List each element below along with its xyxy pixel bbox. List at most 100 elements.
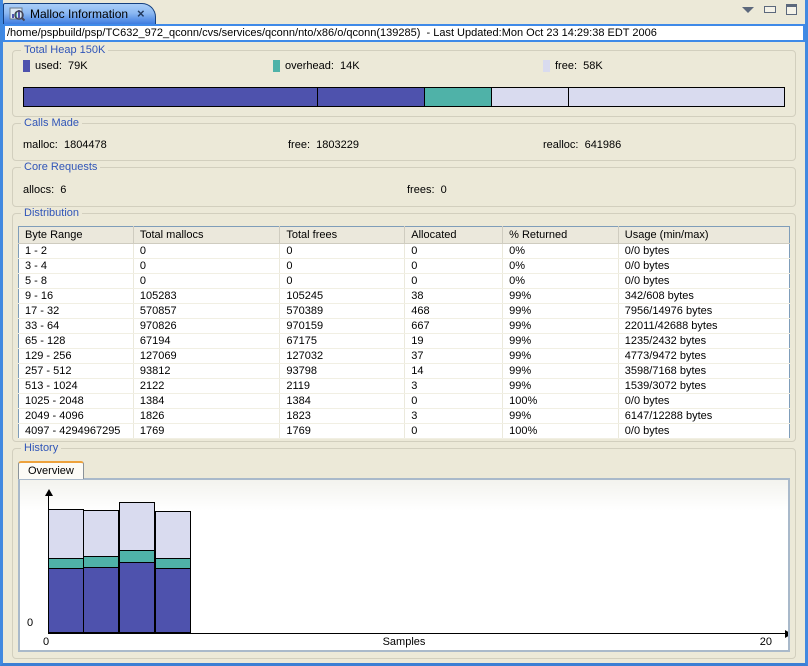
legend-overhead-label: overhead: 14K (285, 60, 360, 72)
column-header-byte-range[interactable]: Byte Range (19, 227, 134, 244)
table-row[interactable]: 513 - 102421222119399%1539/3072 bytes (19, 379, 790, 394)
table-row[interactable]: 17 - 3257085757038946899%7956/14976 byte… (19, 304, 790, 319)
table-cell: 2119 (280, 379, 405, 394)
target-path-bar: /home/pspbuild/psp/TC632_972_qconn/cvs/s… (3, 24, 805, 42)
view-tab-bar: Malloc Information × (3, 0, 805, 24)
table-cell: 127069 (133, 349, 279, 364)
column-header-usage-min-max-[interactable]: Usage (min/max) (618, 227, 789, 244)
history-label: History (21, 442, 61, 455)
y-axis-origin-label: 0 (27, 617, 33, 629)
table-cell: 0% (503, 244, 619, 259)
history-bar-4-used (155, 568, 191, 633)
table-cell: 0 (280, 259, 405, 274)
table-cell: 1384 (133, 394, 279, 409)
table-row[interactable]: 1 - 20000%0/0 bytes (19, 244, 790, 259)
table-cell: 0/0 bytes (618, 274, 789, 289)
table-cell: 1 - 2 (19, 244, 134, 259)
core-requests-group: Core Requests allocs: 6 frees: 0 (12, 167, 796, 207)
history-bar-1-used (48, 568, 84, 633)
history-bar-1-overhead (48, 558, 84, 569)
table-row[interactable]: 2049 - 409618261823399%6147/12288 bytes (19, 409, 790, 424)
minimize-icon[interactable] (764, 6, 776, 13)
malloc-information-icon (9, 6, 25, 22)
history-bar-4-free (155, 511, 191, 559)
history-bar-2-free (83, 510, 119, 557)
table-cell: 5 - 8 (19, 274, 134, 289)
table-cell: 99% (503, 334, 619, 349)
column-header-total-frees[interactable]: Total frees (280, 227, 405, 244)
table-row[interactable]: 129 - 2561270691270323799%4773/9472 byte… (19, 349, 790, 364)
column-header-total-mallocs[interactable]: Total mallocs (133, 227, 279, 244)
table-cell: 2049 - 4096 (19, 409, 134, 424)
table-row[interactable]: 65 - 12867194671751999%1235/2432 bytes (19, 334, 790, 349)
table-cell: 3598/7168 bytes (618, 364, 789, 379)
table-cell: 99% (503, 349, 619, 364)
table-cell: 970826 (133, 319, 279, 334)
free-swatch (543, 60, 550, 72)
table-cell: 99% (503, 409, 619, 424)
table-row[interactable]: 1025 - 2048138413840100%0/0 bytes (19, 394, 790, 409)
table-cell: 6147/12288 bytes (618, 409, 789, 424)
table-cell: 3 - 4 (19, 259, 134, 274)
heap-bar-segment-used (24, 88, 318, 106)
history-bar-2-used (83, 567, 119, 633)
table-cell: 0/0 bytes (618, 394, 789, 409)
table-cell: 0% (503, 259, 619, 274)
distribution-table: Byte RangeTotal mallocsTotal freesAlloca… (18, 226, 790, 439)
table-cell: 7956/14976 bytes (618, 304, 789, 319)
table-cell: 100% (503, 394, 619, 409)
heap-legend: used: 79K overhead: 14K free: 58K (13, 51, 795, 77)
heap-bar-segment-used (318, 88, 424, 106)
table-cell: 1025 - 2048 (19, 394, 134, 409)
tab-overview[interactable]: Overview (18, 461, 84, 479)
view-toolbar (742, 4, 797, 15)
legend-used: used: 79K (23, 60, 88, 72)
close-icon[interactable]: × (137, 9, 145, 19)
table-cell: 67175 (280, 334, 405, 349)
table-cell: 667 (405, 319, 503, 334)
y-axis-arrow-icon (45, 489, 53, 496)
x-axis-title: Samples (20, 636, 788, 648)
table-cell: 38 (405, 289, 503, 304)
table-cell: 3 (405, 409, 503, 424)
history-bar-2-overhead (83, 556, 119, 568)
column-header-allocated[interactable]: Allocated (405, 227, 503, 244)
tab-malloc-information[interactable]: Malloc Information × (3, 3, 156, 24)
table-cell: 0/0 bytes (618, 259, 789, 274)
table-cell: 1235/2432 bytes (618, 334, 789, 349)
table-cell: 0 (133, 244, 279, 259)
table-cell: 970159 (280, 319, 405, 334)
table-cell: 0/0 bytes (618, 424, 789, 439)
table-cell: 0 (405, 259, 503, 274)
history-bar-1-free (48, 509, 84, 559)
maximize-icon[interactable] (786, 4, 797, 15)
table-cell: 100% (503, 424, 619, 439)
core-allocs: allocs: 6 (23, 184, 66, 196)
table-row[interactable]: 4097 - 4294967295176917690100%0/0 bytes (19, 424, 790, 439)
x-axis-end-label: 20 (760, 636, 772, 648)
realloc-count: realloc: 641986 (543, 139, 621, 151)
table-cell: 0 (405, 274, 503, 289)
table-cell: 1384 (280, 394, 405, 409)
history-bar-3-used (119, 562, 155, 633)
table-cell: 1823 (280, 409, 405, 424)
table-cell: 65 - 128 (19, 334, 134, 349)
table-cell: 570389 (280, 304, 405, 319)
table-cell: 22011/42688 bytes (618, 319, 789, 334)
column-header--returned[interactable]: % Returned (503, 227, 619, 244)
used-swatch (23, 60, 30, 72)
table-row[interactable]: 3 - 40000%0/0 bytes (19, 259, 790, 274)
table-cell: 0 (133, 274, 279, 289)
table-row[interactable]: 9 - 161052831052453899%342/608 bytes (19, 289, 790, 304)
view-menu-icon[interactable] (742, 7, 754, 13)
table-cell: 1769 (280, 424, 405, 439)
table-cell: 1769 (133, 424, 279, 439)
table-cell: 468 (405, 304, 503, 319)
table-cell: 99% (503, 319, 619, 334)
table-row[interactable]: 5 - 80000%0/0 bytes (19, 274, 790, 289)
table-row[interactable]: 257 - 51293812937981499%3598/7168 bytes (19, 364, 790, 379)
x-axis (48, 633, 788, 634)
table-cell: 0 (280, 244, 405, 259)
table-cell: 4097 - 4294967295 (19, 424, 134, 439)
table-row[interactable]: 33 - 6497082697015966799%22011/42688 byt… (19, 319, 790, 334)
